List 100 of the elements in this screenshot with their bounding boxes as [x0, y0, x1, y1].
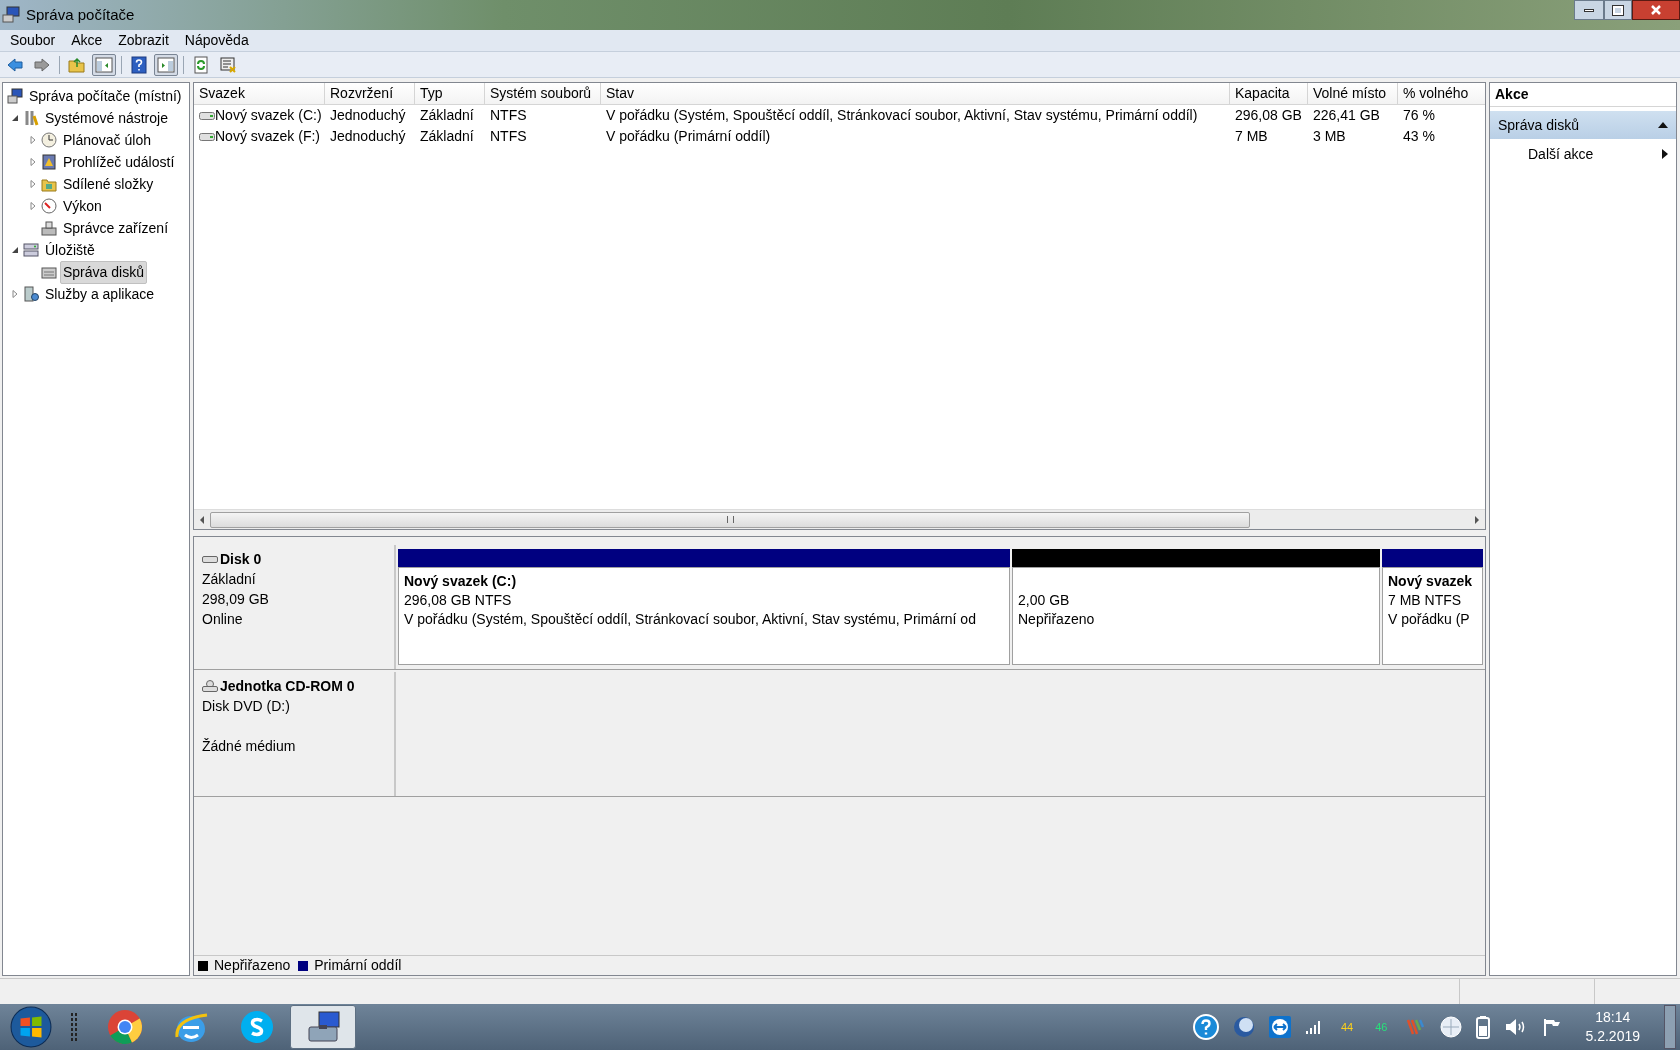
table-cell-text: 3 MB — [1313, 127, 1346, 146]
chat-app-icon — [239, 1009, 275, 1045]
disk-info: 298,09 GB — [202, 590, 270, 609]
partition-box[interactable]: 2,00 GB Nepřiřazeno — [1012, 567, 1380, 665]
tray-reading: 46 — [1374, 1019, 1389, 1035]
pane-icon — [95, 55, 113, 74]
scroll-left-icon[interactable] — [198, 515, 206, 524]
expand-icon[interactable] — [29, 158, 37, 166]
signal-icon[interactable] — [1305, 1019, 1323, 1035]
action-item[interactable]: Další akce — [1490, 139, 1676, 169]
expand-icon[interactable] — [29, 202, 37, 210]
tree-item[interactable]: Správa počítače (místní) — [26, 84, 185, 108]
table-cell-text: 43 % — [1403, 127, 1435, 146]
storage-icon — [23, 242, 39, 258]
computer-icon — [2, 6, 20, 24]
expand-icon[interactable] — [29, 136, 37, 144]
tree-item[interactable]: Sdílené složky — [60, 172, 157, 196]
horizontal-scrollbar[interactable] — [194, 509, 1485, 529]
column-header[interactable]: Stav — [601, 83, 1230, 104]
table-cell-text: NTFS — [490, 106, 527, 125]
flag-icon[interactable] — [1541, 1017, 1562, 1037]
tree-item[interactable]: Správa disků — [60, 260, 147, 284]
minimize-button[interactable] — [1574, 0, 1604, 20]
server-icon — [23, 286, 39, 302]
scroll-right-icon[interactable] — [1473, 515, 1481, 524]
refresh-icon — [192, 55, 210, 74]
collapse-icon[interactable] — [11, 246, 19, 254]
disk-name: Disk 0 — [220, 550, 262, 569]
disk-drive-icon — [41, 264, 57, 280]
table-cell-text: V pořádku (Primární oddíl) — [606, 127, 771, 146]
expand-icon[interactable] — [11, 290, 19, 298]
column-header[interactable]: Volné místo — [1308, 83, 1398, 104]
table-cell-text: NTFS — [490, 127, 527, 146]
battery-icon[interactable] — [1475, 1015, 1490, 1039]
menu-item[interactable]: Zobrazit — [110, 30, 177, 51]
help-icon[interactable] — [1193, 1014, 1219, 1040]
clock-button[interactable]: 18:14 5.2.2019 — [1575, 1008, 1650, 1046]
table-cell-text: 226,41 GB — [1313, 106, 1380, 125]
actions-header: Akce — [1490, 83, 1676, 107]
close-button[interactable] — [1632, 0, 1680, 20]
menu-item[interactable]: Soubor — [2, 30, 64, 51]
menu-item[interactable]: Akce — [63, 30, 111, 51]
menu-item[interactable]: Nápověda — [176, 30, 257, 51]
start-button[interactable] — [10, 1006, 52, 1048]
tree-item[interactable]: Úložiště — [42, 238, 98, 262]
tree-item[interactable]: Správce zařízení — [60, 216, 172, 240]
computer-icon — [7, 88, 23, 104]
expand-icon[interactable] — [29, 180, 37, 188]
back-arrow-icon — [6, 55, 24, 74]
disk-info: Žádné médium — [202, 737, 297, 756]
disk-info: Základní — [202, 570, 257, 589]
drive-icon — [199, 110, 215, 121]
clock-icon — [41, 132, 57, 148]
drive-icon — [202, 553, 218, 565]
table-cell-text: Jednoduchý — [330, 127, 406, 146]
column-header[interactable]: Typ — [415, 83, 485, 104]
disk-info: Online — [202, 610, 244, 629]
table-cell-text: 7 MB — [1235, 127, 1268, 146]
submenu-arrow-icon — [1662, 149, 1668, 159]
table-cell-text: Nový svazek (C:) — [215, 106, 322, 125]
column-header[interactable]: Systém souborů — [485, 83, 601, 104]
column-header[interactable]: Kapacita — [1230, 83, 1308, 104]
column-header[interactable]: Rozvržení — [325, 83, 415, 104]
tree-item[interactable]: Plánovač úloh — [60, 128, 154, 152]
scrollbar-thumb[interactable] — [210, 511, 1250, 528]
tree-item[interactable]: Systémové nástroje — [42, 106, 171, 130]
partition-box[interactable]: Nový svazek (C:) 296,08 GB NTFS V pořádku (Systém, Spouštěcí oddíl, Stránkovací soubor, Aktivní, Stav systému, Primární od — [398, 567, 1010, 665]
window-title: Správa počítače — [26, 4, 135, 25]
device-icon — [41, 220, 57, 236]
collapse-icon[interactable] — [11, 114, 19, 122]
actions-section[interactable]: Správa disků — [1490, 111, 1676, 139]
pane-icon — [157, 55, 175, 74]
table-cell-text: 296,08 GB — [1235, 106, 1302, 125]
log-icon — [41, 154, 57, 170]
gauge-icon — [41, 198, 57, 214]
tools-icon — [23, 110, 39, 126]
taskbar-grip[interactable] — [70, 1012, 78, 1042]
show-desktop-button[interactable] — [1664, 1005, 1676, 1049]
folder-icon — [41, 176, 57, 192]
clock-icon[interactable] — [1439, 1016, 1462, 1038]
restore-button[interactable] — [1604, 0, 1632, 20]
tree-item[interactable]: Prohlížeč událostí — [60, 150, 178, 174]
disk-info: Disk DVD (D:) — [202, 697, 291, 716]
tree-item[interactable]: Výkon — [60, 194, 105, 218]
table-cell-text: Nový svazek (F:) — [215, 127, 320, 146]
moon-icon[interactable] — [1233, 1016, 1255, 1038]
browser-icon — [107, 1009, 143, 1045]
toolbar-button[interactable] — [154, 53, 178, 76]
disk-name: Jednotka CD-ROM 0 — [220, 677, 355, 696]
toolbar-button[interactable] — [92, 53, 116, 76]
taskbar-button[interactable] — [290, 1005, 356, 1049]
close-icon — [1650, 4, 1662, 16]
legend-label: Nepřiřazeno — [214, 956, 291, 975]
remote-access-icon[interactable] — [1269, 1016, 1291, 1038]
column-header[interactable]: Svazek — [194, 83, 325, 104]
table-cell-text: 76 % — [1403, 106, 1435, 125]
folder-up-icon — [68, 55, 86, 74]
tree-item[interactable]: Služby a aplikace — [42, 282, 157, 306]
partition-box[interactable]: Nový svazek 7 MB NTFS V pořádku (P — [1382, 567, 1483, 665]
cd-drive-icon — [202, 680, 218, 692]
